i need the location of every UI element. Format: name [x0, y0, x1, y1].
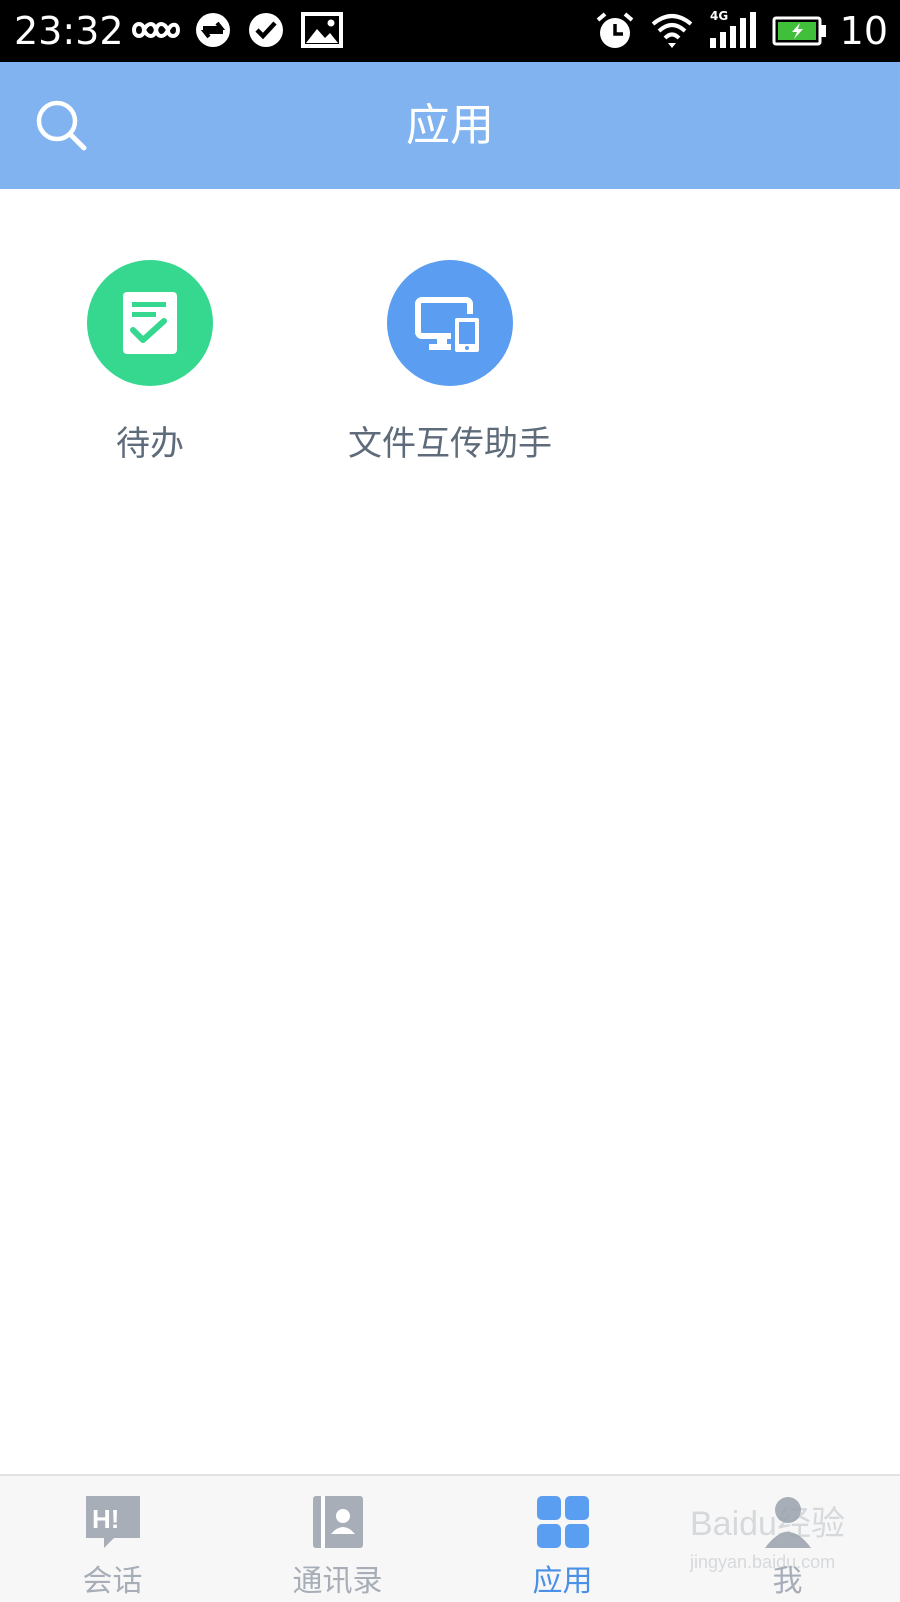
wifi-icon — [651, 14, 693, 48]
file-transfer-icon — [415, 297, 483, 356]
app-label-file-transfer: 文件互传助手 — [348, 424, 552, 464]
status-time: 23:32 — [14, 9, 124, 53]
nav-label-apps: 应用 — [532, 1564, 593, 1599]
profile-icon — [765, 1497, 811, 1548]
sync-icon — [196, 13, 230, 47]
nav-item-contacts[interactable]: 通讯录 — [225, 1476, 450, 1602]
app-tile-file-transfer[interactable]: 文件互传助手 — [348, 258, 552, 478]
infinity-icon — [131, 22, 181, 38]
image-icon — [301, 12, 343, 48]
nav-label-chat: 会话 — [82, 1564, 143, 1599]
alarm-icon — [596, 12, 634, 48]
nav-label-profile: 我 — [772, 1564, 803, 1599]
network-type-label: 4G — [710, 9, 728, 23]
app-header: 应用 — [0, 62, 900, 189]
nav-item-chat[interactable]: H! 会话 — [0, 1476, 225, 1602]
svg-text:H!: H! — [92, 1504, 119, 1534]
contacts-icon — [313, 1496, 363, 1548]
chat-icon: H! — [86, 1496, 140, 1548]
signal-icon: 4G — [710, 9, 756, 48]
check-circle-icon — [249, 13, 283, 47]
battery-charging-icon — [772, 16, 826, 46]
app-tile-todo[interactable]: 待办 — [50, 258, 250, 478]
battery-percent: 10 — [839, 9, 888, 53]
nav-item-apps[interactable]: 应用 — [450, 1476, 675, 1602]
todo-icon-circle — [87, 260, 213, 386]
bottom-nav: H! 会话 通讯录 应用 我 — [0, 1474, 900, 1602]
app-label-todo: 待办 — [116, 424, 184, 464]
file-transfer-icon-circle — [387, 260, 513, 386]
nav-item-profile[interactable]: 我 — [675, 1476, 900, 1602]
todo-icon — [123, 292, 177, 354]
status-bar: 23:32 4G 10 — [0, 0, 900, 62]
page-title: 应用 — [406, 100, 494, 151]
nav-label-contacts: 通讯录 — [292, 1564, 383, 1599]
apps-grid-icon — [537, 1496, 589, 1548]
